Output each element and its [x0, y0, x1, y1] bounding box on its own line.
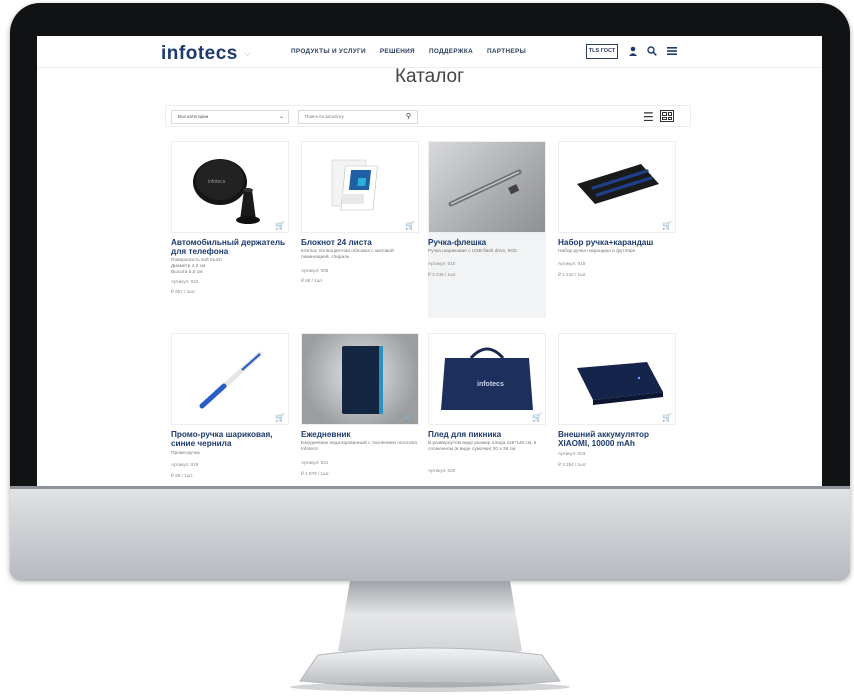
product-price: ₽ 69 / 1шт.: [171, 473, 194, 478]
chevron-down-icon[interactable]: ⌵: [244, 48, 251, 59]
notebook-image: [331, 159, 378, 211]
cart-icon[interactable]: 🛒: [662, 413, 672, 422]
nav-support[interactable]: ПОДДЕРЖКА: [429, 48, 473, 55]
monitor-chin-edge: [10, 486, 850, 489]
menu-icon[interactable]: [667, 46, 677, 59]
product-description: Промо-ручка: [171, 451, 200, 456]
product-sku: Артикул: 008: [301, 268, 329, 273]
search-placeholder: Поиск по каталогу: [305, 114, 344, 119]
monitor-chin: [10, 486, 850, 581]
product-sku: Артикул: 010: [428, 261, 456, 266]
product-title[interactable]: Ручка-флешка: [428, 238, 548, 247]
product-title[interactable]: Блокнот 24 листа: [301, 238, 421, 247]
product-sku: Артикул: 021: [301, 460, 329, 465]
main-nav: ПРОДУКТЫ И УСЛУГИ РЕШЕНИЯ ПОДДЕРЖКА ПАРТ…: [291, 48, 526, 55]
product-image[interactable]: [428, 141, 546, 233]
product-image[interactable]: 🛒: [301, 333, 419, 425]
promo-pen-image: [199, 351, 263, 409]
product-sku: Артикул: 018: [558, 261, 586, 266]
product-price: ₽ 3 354 / 1шт.: [558, 462, 587, 467]
category-select[interactable]: Все категории ⌄: [171, 110, 289, 124]
picnic-blanket-image: infotecs: [441, 347, 533, 410]
product-image[interactable]: infotecs 🛒: [428, 333, 546, 425]
product-sku: Артикул: 020: [428, 468, 456, 473]
product-image[interactable]: infotecs 🛒: [171, 141, 289, 233]
cart-icon[interactable]: 🛒: [405, 413, 415, 422]
tls-gost-button[interactable]: TLS ГОСТ: [586, 44, 618, 59]
usb-pen-image: [448, 169, 522, 207]
search-icon: ⚲: [405, 113, 411, 120]
product-description: Клетка, полноцветная обложка с матовой л…: [301, 249, 394, 260]
product-image[interactable]: 🛒: [301, 141, 419, 233]
grid-view-icon[interactable]: [660, 110, 674, 122]
product-title[interactable]: Автомобильный держатель для телефона: [171, 238, 291, 256]
product-sku: Артикул: 024: [171, 279, 199, 284]
product-title[interactable]: Набор ручка+карандаш: [558, 238, 678, 247]
site-logo[interactable]: infotecs: [161, 43, 238, 65]
nav-solutions[interactable]: РЕШЕНИЯ: [380, 48, 415, 55]
product-title[interactable]: Плед для пикника: [428, 430, 548, 439]
product-image[interactable]: 🛒: [558, 141, 676, 233]
product-sku: Артикул: 019: [171, 462, 199, 467]
cart-icon[interactable]: 🛒: [405, 221, 415, 230]
product-title[interactable]: Внешний аккумулятор XIAOMI, 10000 mAh: [558, 430, 678, 448]
svg-text:infotecs: infotecs: [477, 381, 504, 388]
cart-icon[interactable]: 🛒: [275, 413, 285, 422]
cart-icon[interactable]: 🛒: [275, 221, 285, 230]
monitor-stand: [290, 581, 570, 692]
user-icon[interactable]: [628, 46, 638, 59]
product-description: Ручка шариковая с USB-flash drive, 8Gb: [428, 249, 517, 254]
product-description: Поверхность soft touch Диаметр 4,2 см Вы…: [171, 258, 222, 275]
product-sku: Артикул: 023: [558, 451, 586, 456]
cart-icon[interactable]: 🛒: [532, 413, 542, 422]
product-price: ₽ 657 / 1шт.: [171, 289, 196, 294]
category-select-value: Все категории: [178, 114, 209, 119]
list-view-icon[interactable]: ☰: [643, 110, 654, 124]
planner-image: [342, 346, 383, 414]
site-header: infotecs ⌵ ПРОДУКТЫ И УСЛУГИ РЕШЕНИЯ ПОД…: [37, 36, 822, 68]
product-price: ₽ 69 / 1шт.: [301, 278, 324, 283]
product-title[interactable]: Ежедневник: [301, 430, 421, 439]
nav-partners[interactable]: ПАРТНЕРЫ: [487, 48, 526, 55]
product-title[interactable]: Промо-ручка шариковая, синие чернила: [171, 430, 291, 448]
product-image[interactable]: 🛒: [171, 333, 289, 425]
screen: infotecs ⌵ ПРОДУКТЫ И УСЛУГИ РЕШЕНИЯ ПОД…: [37, 36, 822, 486]
product-image[interactable]: 🛒: [558, 333, 676, 425]
pen-set-image: [577, 164, 659, 204]
product-price: ₽ 1 978 / 1шт.: [301, 471, 330, 476]
power-bank-image: [577, 362, 663, 405]
imac-mockup: infotecs ⌵ ПРОДУКТЫ И УСЛУГИ РЕШЕНИЯ ПОД…: [0, 0, 854, 696]
product-price: ₽ 2 249 / 1шт.: [428, 272, 457, 277]
product-description: В развернутом виде размер пледа 119*145 …: [428, 441, 537, 452]
page-title: Каталог: [394, 66, 465, 87]
product-description: Ежедневник недатированный с тиснением ло…: [301, 441, 417, 452]
nav-products[interactable]: ПРОДУКТЫ И УСЛУГИ: [291, 48, 366, 55]
chevron-down-icon: ⌄: [278, 114, 284, 120]
search-input[interactable]: Поиск по каталогу ⚲: [298, 110, 418, 124]
product-description: Набор ручка+карандаш в футляре: [558, 249, 636, 254]
cart-icon[interactable]: 🛒: [662, 221, 672, 230]
product-price: ₽ 1 210 / 1шт.: [558, 272, 587, 277]
svg-text:infotecs: infotecs: [208, 179, 226, 185]
car-holder-image: infotecs: [193, 159, 260, 224]
search-icon[interactable]: [647, 46, 657, 59]
